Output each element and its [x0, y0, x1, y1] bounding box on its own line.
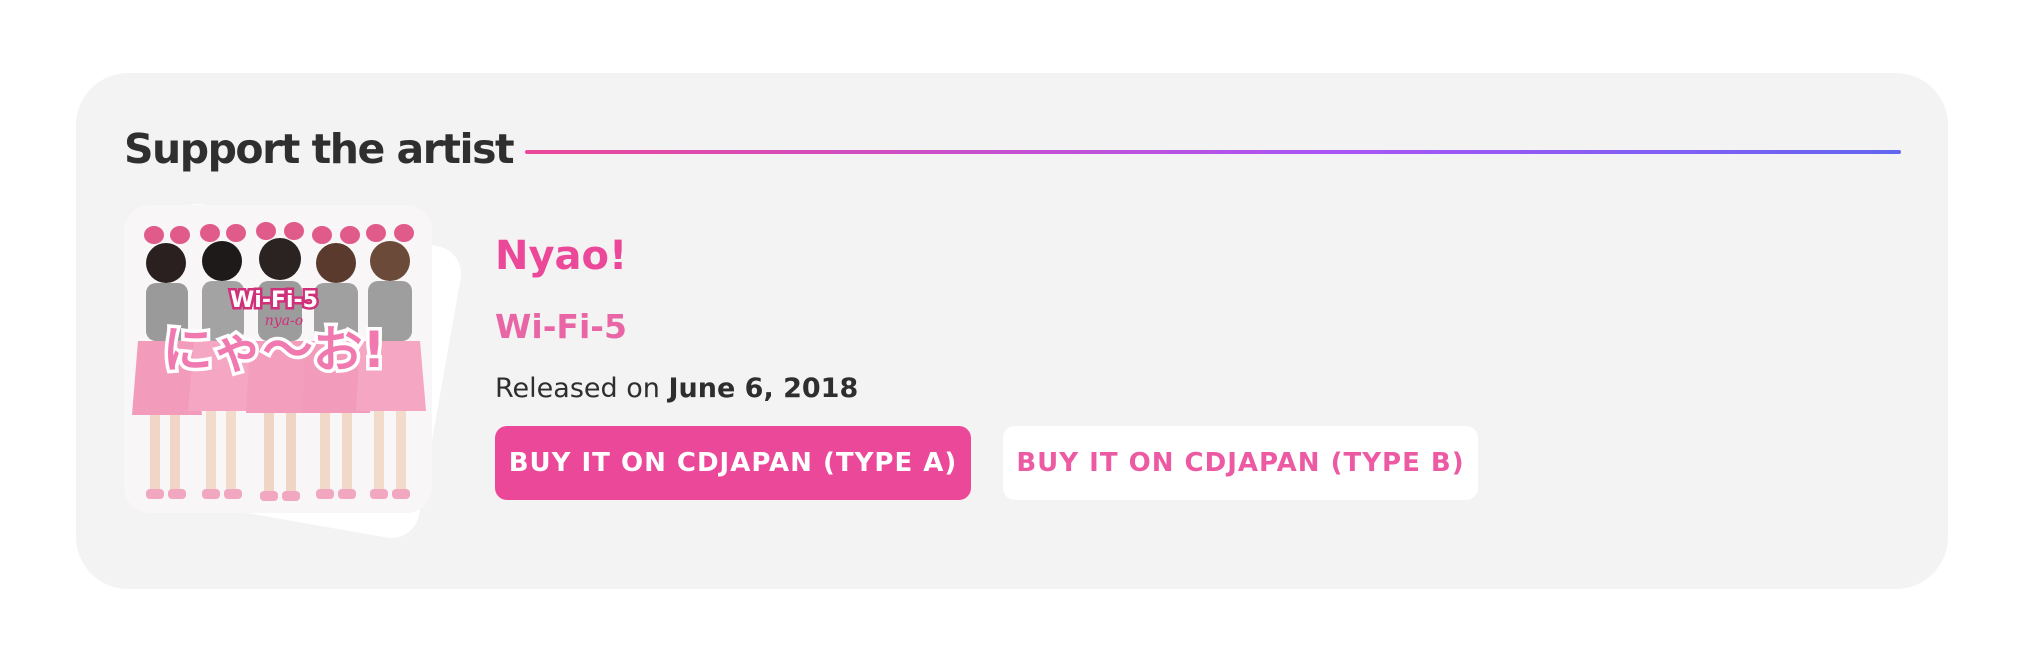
album-cover-art: Wi-Fi-5 nya-o にゃ〜お! — [124, 205, 432, 513]
cover-title-text: にゃ〜お! — [163, 321, 386, 379]
release-date-prefix: Released on — [495, 373, 660, 404]
album-cover-container: Wi-Fi-5 nya-o にゃ〜お! — [122, 199, 466, 545]
section-heading: Support the artist — [124, 125, 515, 173]
gradient-divider — [525, 150, 1901, 154]
buy-cdjapan-type-b-button[interactable]: BUY IT ON CDJAPAN (TYPE B) — [1003, 426, 1478, 500]
buy-cdjapan-type-a-button[interactable]: BUY IT ON CDJAPAN (TYPE A) — [495, 426, 971, 500]
cover-logo-text: Wi-Fi-5 — [230, 288, 318, 313]
release-date: June 6, 2018 — [668, 373, 859, 404]
release-artist: Wi-Fi-5 — [495, 307, 627, 346]
support-artist-card: Support the artist Wi-Fi-5 nya-o にゃ〜お! N… — [76, 73, 1948, 589]
release-title: Nyao! — [495, 233, 628, 279]
album-cover: Wi-Fi-5 nya-o にゃ〜お! — [124, 205, 432, 513]
release-date-line: Released on June 6, 2018 — [495, 373, 858, 404]
